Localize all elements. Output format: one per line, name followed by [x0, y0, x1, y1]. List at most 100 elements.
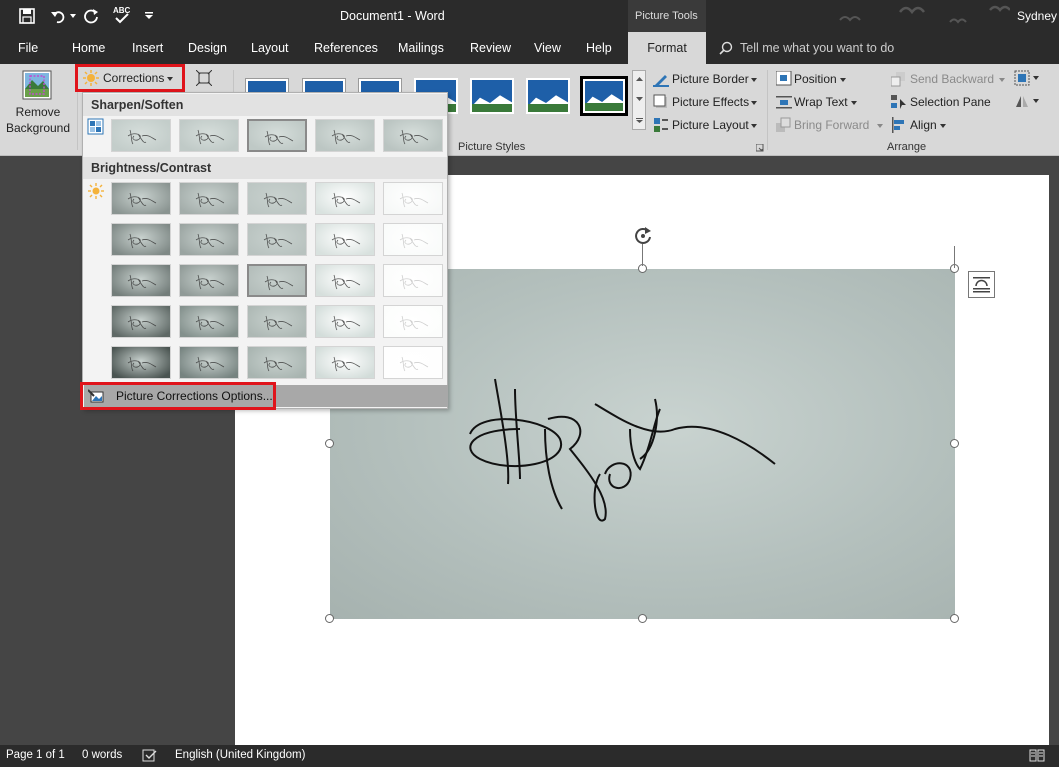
brightness-option[interactable] — [247, 346, 307, 379]
rotate-handle-icon[interactable] — [632, 225, 654, 247]
brightness-contrast-header: Brightness/Contrast — [83, 157, 447, 179]
lightbulb-search-icon — [719, 41, 733, 55]
proofing-icon[interactable] — [142, 749, 158, 763]
resize-handle-bottom[interactable] — [638, 614, 647, 623]
document-title: Document1 - Word — [340, 9, 445, 23]
picture-layout-button[interactable]: Picture Layout — [672, 118, 749, 132]
brightness-option[interactable] — [247, 305, 307, 338]
picture-style-6[interactable] — [526, 78, 570, 114]
position-icon — [776, 71, 792, 86]
wrap-text-button[interactable]: Wrap Text — [794, 95, 848, 109]
brightness-option[interactable] — [179, 346, 239, 379]
picture-tools-context: Picture Tools — [628, 0, 706, 32]
send-backward-icon — [891, 72, 905, 87]
brightness-sun-icon — [88, 183, 104, 199]
tab-design[interactable]: Design — [188, 32, 227, 64]
send-backward-button[interactable]: Send Backward — [910, 72, 994, 86]
remove-background-button[interactable]: Remove Background — [0, 104, 76, 136]
compress-pictures-icon[interactable] — [196, 70, 212, 86]
bring-forward-button[interactable]: Bring Forward — [794, 118, 869, 132]
layout-options-button[interactable] — [968, 271, 995, 298]
brightness-option[interactable] — [111, 346, 171, 379]
resize-handle-bottom-right[interactable] — [950, 614, 959, 623]
picture-layout-icon — [654, 118, 668, 132]
picture-effects-button[interactable]: Picture Effects — [672, 95, 749, 109]
undo-icon[interactable] — [50, 8, 66, 24]
selection-pane-button[interactable]: Selection Pane — [910, 95, 991, 109]
tab-help[interactable]: Help — [586, 32, 612, 64]
tab-insert[interactable]: Insert — [132, 32, 163, 64]
word-count[interactable]: 0 words — [82, 749, 122, 761]
position-button[interactable]: Position — [794, 72, 837, 86]
brightness-option[interactable] — [315, 346, 375, 379]
brightness-option[interactable] — [179, 182, 239, 215]
picture-styles-group-label: Picture Styles — [458, 141, 526, 153]
corner-guide-line — [954, 246, 955, 268]
tab-layout[interactable]: Layout — [251, 32, 289, 64]
status-bar: Page 1 of 1 0 words English (United King… — [0, 745, 1059, 767]
dialog-launcher-icon[interactable] — [756, 144, 764, 152]
brightness-option[interactable] — [111, 182, 171, 215]
group-objects-icon[interactable] — [1014, 70, 1030, 86]
brightness-option[interactable] — [383, 182, 443, 215]
read-mode-icon[interactable] — [1029, 749, 1045, 763]
sharpen-option[interactable] — [179, 119, 239, 152]
wrap-text-icon — [776, 96, 792, 109]
brightness-option[interactable] — [315, 264, 375, 297]
remove-background-icon — [22, 70, 52, 100]
tab-review[interactable]: Review — [470, 32, 511, 64]
tab-references[interactable]: References — [314, 32, 378, 64]
resize-handle-bottom-left[interactable] — [325, 614, 334, 623]
brightness-option[interactable] — [111, 264, 171, 297]
brightness-option[interactable] — [315, 223, 375, 256]
brightness-option[interactable] — [179, 223, 239, 256]
sharpen-option[interactable] — [383, 119, 443, 152]
align-button[interactable]: Align — [910, 118, 937, 132]
tab-home[interactable]: Home — [72, 32, 105, 64]
tab-file[interactable]: File — [18, 32, 38, 64]
picture-styles-scroll[interactable] — [632, 70, 646, 130]
user-name[interactable]: Sydney — [1017, 9, 1057, 23]
sharpen-soften-header: Sharpen/Soften — [83, 94, 447, 116]
save-icon[interactable] — [19, 8, 35, 24]
picture-border-icon — [653, 75, 669, 87]
brightness-option[interactable] — [383, 346, 443, 379]
sharpen-option[interactable] — [315, 119, 375, 152]
sharpen-option[interactable] — [111, 119, 171, 152]
spelling-check-icon[interactable]: ABC — [113, 5, 131, 25]
title-bar: ABC Document1 - Word Picture Tools Sydne… — [0, 0, 1059, 32]
brightness-option[interactable] — [383, 223, 443, 256]
page-count[interactable]: Page 1 of 1 — [6, 749, 65, 761]
redo-icon[interactable] — [84, 8, 100, 24]
brightness-option[interactable] — [111, 305, 171, 338]
rotate-objects-icon[interactable] — [1014, 93, 1030, 109]
brightness-option[interactable] — [315, 305, 375, 338]
arrange-group-label: Arrange — [887, 141, 927, 153]
brightness-option[interactable] — [383, 305, 443, 338]
brightness-option[interactable] — [383, 264, 443, 297]
picture-border-button[interactable]: Picture Border — [672, 72, 749, 86]
picture-style-5[interactable] — [470, 78, 514, 114]
brightness-option[interactable] — [179, 305, 239, 338]
picture-style-7[interactable] — [580, 76, 628, 116]
customize-toolbar-icon[interactable] — [145, 12, 153, 20]
resize-handle-left[interactable] — [325, 439, 334, 448]
selection-pane-icon — [891, 95, 906, 109]
tab-view[interactable]: View — [534, 32, 561, 64]
brightness-option[interactable] — [247, 223, 307, 256]
brightness-option[interactable] — [111, 223, 171, 256]
tell-me-input[interactable]: Tell me what you want to do — [740, 41, 894, 55]
undo-dropdown-icon[interactable] — [70, 14, 76, 18]
language-indicator[interactable]: English (United Kingdom) — [175, 749, 305, 761]
tab-mailings[interactable]: Mailings — [398, 32, 444, 64]
tab-format[interactable]: Format — [628, 32, 706, 64]
svg-text:ABC: ABC — [113, 6, 131, 15]
resize-handle-right[interactable] — [950, 439, 959, 448]
brightness-option[interactable] — [247, 182, 307, 215]
options-highlight — [80, 382, 276, 410]
rotate-connector — [642, 244, 643, 266]
brightness-option[interactable] — [247, 264, 307, 297]
sharpen-option[interactable] — [247, 119, 307, 152]
brightness-option[interactable] — [179, 264, 239, 297]
brightness-option[interactable] — [315, 182, 375, 215]
